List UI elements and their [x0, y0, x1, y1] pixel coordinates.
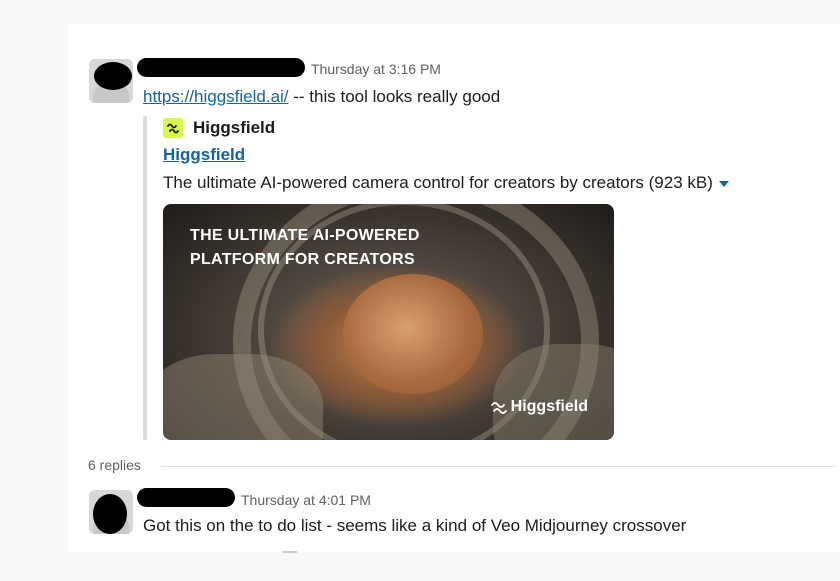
avatar[interactable]	[89, 59, 133, 103]
image-suit-left	[163, 354, 323, 440]
thread-divider	[161, 466, 836, 467]
message-timestamp[interactable]: Thursday at 3:16 PM	[311, 61, 441, 77]
higgsfield-logo-icon	[490, 402, 507, 414]
unfurl-site-name: Higgsfield	[193, 118, 276, 137]
author-name-redaction[interactable]	[137, 58, 305, 77]
higgsfield-logo-icon	[163, 118, 183, 138]
image-brand: Higgsfield	[490, 398, 588, 416]
image-headline: THE ULTIMATE AI-POWERED PLATFORM FOR CRE…	[190, 224, 420, 272]
thread-replies-count[interactable]: 6 replies	[88, 457, 141, 473]
attachment-border	[143, 116, 147, 440]
caret-down-icon[interactable]	[718, 180, 729, 187]
image-headline-line1: THE ULTIMATE AI-POWERED	[190, 227, 420, 244]
avatar-redaction	[94, 62, 132, 90]
author-name-redaction[interactable]	[137, 488, 235, 507]
message-body: -- this tool looks really good	[288, 87, 501, 106]
unfurl-site-row: Higgsfield	[163, 116, 275, 140]
image-brand-text: Higgsfield	[510, 398, 588, 415]
unfurl-title-link[interactable]: Higgsfield	[163, 145, 245, 165]
avatar-redaction	[93, 494, 127, 534]
image-headline-line2: PLATFORM FOR CREATORS	[190, 251, 415, 268]
unfurl-description: The ultimate AI-powered camera control f…	[163, 173, 729, 193]
message-text: Got this on the to do list - seems like …	[143, 516, 687, 535]
unfurl-description-text: The ultimate AI-powered camera control f…	[163, 173, 713, 192]
message-text: https://higgsfield.ai/ -- this tool look…	[143, 86, 500, 108]
avatar[interactable]	[89, 490, 133, 534]
unfurl-image[interactable]: THE ULTIMATE AI-POWERED PLATFORM FOR CRE…	[163, 204, 614, 440]
scroll-stub	[283, 551, 297, 553]
message-link[interactable]: https://higgsfield.ai/	[143, 87, 289, 106]
image-face	[343, 274, 483, 394]
message-timestamp[interactable]: Thursday at 4:01 PM	[241, 492, 371, 508]
